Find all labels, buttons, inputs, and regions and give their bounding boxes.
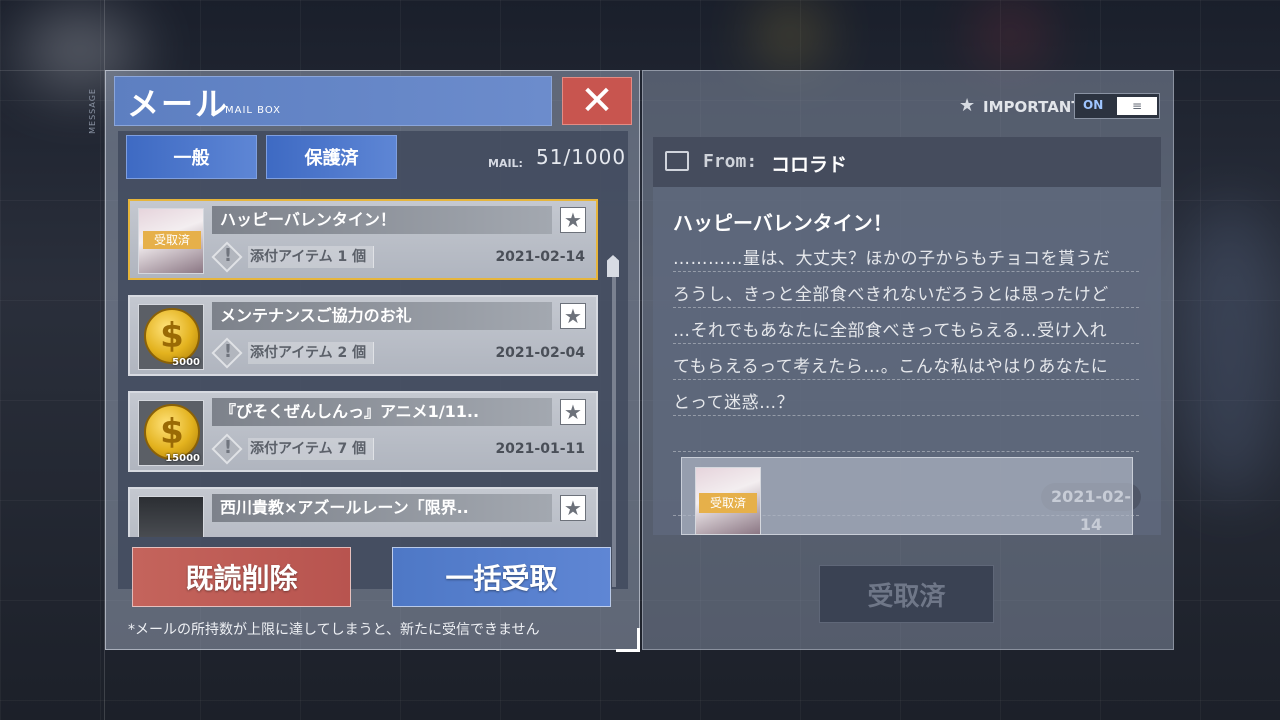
received-button: 受取済 bbox=[819, 565, 994, 623]
mailbox-subtitle: MAIL BOX bbox=[225, 105, 281, 116]
mail-item[interactable]: 受取済 ハッピーバレンタイン！ ★ ! 添付アイテム 1 個 2021-02-1… bbox=[128, 199, 598, 280]
star-icon: ★ bbox=[959, 95, 976, 116]
mail-item[interactable]: 西川貴教×アズールレーン「限界.. ★ bbox=[128, 487, 598, 537]
corner-marker bbox=[616, 628, 640, 652]
mail-body: …………量は、大丈夫？ほかの子からもチョコを貰うだ ろうし、きっと全部食べきれな… bbox=[673, 241, 1139, 421]
attachment-count: 添付アイテム 7 個 bbox=[248, 438, 374, 460]
mail-date: 2021-02-04 bbox=[495, 345, 585, 361]
toggle-on-label: ON bbox=[1083, 98, 1104, 112]
sender-name: コロラド bbox=[771, 154, 848, 176]
mail-subject: ハッピーバレンタイン！ bbox=[673, 211, 893, 235]
exclamation-icon: ! bbox=[223, 341, 233, 362]
chat-bubble-icon bbox=[665, 151, 689, 171]
gold-coin-thumbnail: $ 5000 bbox=[138, 304, 204, 370]
important-label: IMPORTANT bbox=[983, 98, 1082, 116]
close-icon: ✕ bbox=[580, 78, 614, 124]
mail-limit-note: *メールの所持数が上限に達してしまうと、新たに受信できません bbox=[128, 622, 540, 638]
dark-item-thumbnail bbox=[138, 496, 204, 537]
tab-protected[interactable]: 保護済 bbox=[266, 135, 397, 179]
important-toggle[interactable]: ON ≡ bbox=[1074, 93, 1160, 119]
receive-all-button[interactable]: 一括受取 bbox=[392, 547, 611, 607]
attachment-count: 添付アイテム 2 個 bbox=[248, 342, 374, 364]
text-rule bbox=[673, 379, 1139, 380]
mail-date: 2021-01-11 bbox=[495, 441, 585, 457]
mailbox-panel: メール MAIL BOX ✕ 一般 保護済 MAIL: 51/1000 受取済 … bbox=[105, 70, 640, 650]
mail-detail-panel: ★ IMPORTANT ON ≡ From: コロラド ハッピーバレンタイン！ … bbox=[642, 70, 1174, 650]
sender-bar: From: コロラド bbox=[653, 137, 1161, 187]
delete-read-button[interactable]: 既読削除 bbox=[132, 547, 351, 607]
mail-date: 2021-02-14 bbox=[495, 249, 585, 265]
star-icon[interactable]: ★ bbox=[560, 207, 586, 233]
mail-title: メンテナンスご協力のお礼 bbox=[212, 302, 552, 330]
mailbox-title-bar: メール MAIL BOX bbox=[114, 76, 552, 126]
received-badge: 受取済 bbox=[143, 231, 201, 249]
text-rule bbox=[673, 415, 1139, 416]
mail-list: 受取済 ハッピーバレンタイン！ ★ ! 添付アイテム 1 個 2021-02-1… bbox=[128, 199, 616, 537]
gold-coin-icon: $ bbox=[144, 404, 200, 460]
mail-count-label: MAIL: bbox=[488, 157, 523, 170]
received-badge: 受取済 bbox=[699, 493, 757, 513]
from-label: From: bbox=[703, 151, 758, 172]
mail-item[interactable]: $ 15000 『ぴそくぜんしんっ』アニメ1/11.. ★ ! 添付アイテム 7… bbox=[128, 391, 598, 472]
text-rule bbox=[673, 343, 1139, 344]
mailbox-title: メール bbox=[127, 85, 230, 123]
side-message-tag: MESSAGE bbox=[88, 88, 97, 134]
mail-item[interactable]: $ 5000 メンテナンスご協力のお礼 ★ ! 添付アイテム 2 個 2021-… bbox=[128, 295, 598, 376]
item-quantity: 15000 bbox=[165, 453, 200, 464]
star-icon[interactable]: ★ bbox=[560, 303, 586, 329]
background-light bbox=[1180, 200, 1280, 500]
star-icon[interactable]: ★ bbox=[560, 399, 586, 425]
tab-general[interactable]: 一般 bbox=[126, 135, 257, 179]
gold-coin-icon: $ bbox=[144, 308, 200, 364]
background-light bbox=[980, 10, 1040, 60]
exclamation-icon: ! bbox=[223, 245, 233, 266]
background-light bbox=[760, 10, 820, 60]
mail-title: 西川貴教×アズールレーン「限界.. bbox=[212, 494, 552, 522]
mail-title: ハッピーバレンタイン！ bbox=[212, 206, 552, 234]
mail-count: 51/1000 bbox=[536, 145, 627, 169]
text-rule bbox=[673, 307, 1139, 308]
gold-coin-thumbnail: $ 15000 bbox=[138, 400, 204, 466]
exclamation-icon: ! bbox=[223, 437, 233, 458]
mail-title: 『ぴそくぜんしんっ』アニメ1/11.. bbox=[212, 398, 552, 426]
toggle-knob: ≡ bbox=[1117, 97, 1157, 115]
text-rule bbox=[673, 271, 1139, 272]
star-icon[interactable]: ★ bbox=[560, 495, 586, 521]
close-button[interactable]: ✕ bbox=[562, 77, 632, 125]
character-avatar-thumbnail: 受取済 bbox=[138, 208, 204, 274]
attachment-count: 添付アイテム 1 個 bbox=[248, 246, 374, 268]
item-quantity: 5000 bbox=[172, 357, 200, 368]
text-rule bbox=[673, 451, 1139, 452]
